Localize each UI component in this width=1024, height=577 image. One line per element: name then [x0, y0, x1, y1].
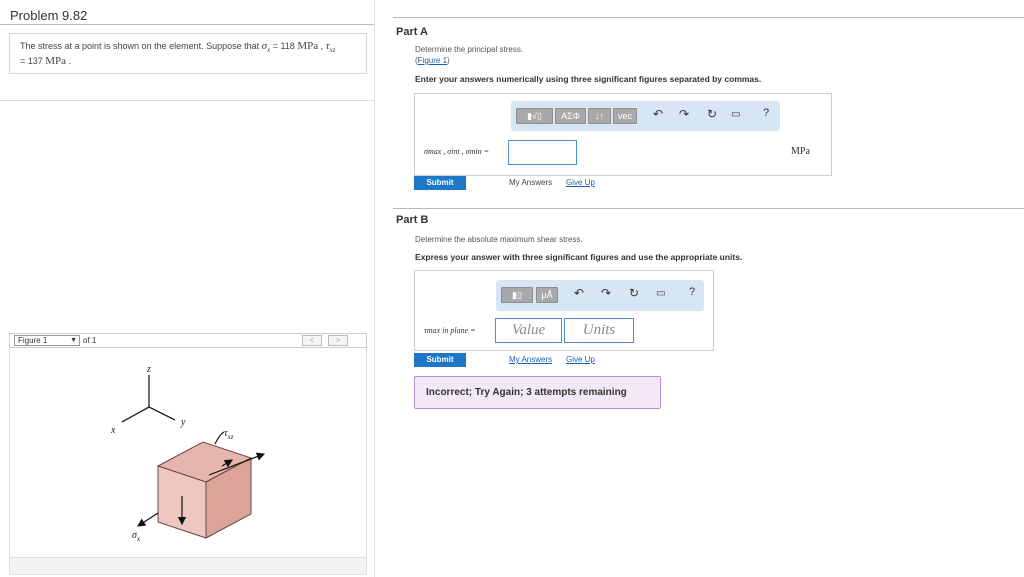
- figure-prev-button[interactable]: <: [302, 335, 322, 346]
- part-a-unit: MPa: [791, 146, 810, 157]
- part-a-title: Part A: [396, 26, 428, 38]
- part-b-instruction: Express your answer with three significa…: [415, 252, 743, 262]
- templates-button[interactable]: ▮▯: [501, 287, 533, 303]
- figure-selector[interactable]: Figure 1 ▼: [14, 335, 80, 346]
- part-a-instruction: Enter your answers numerically using thr…: [415, 74, 762, 84]
- part-a-give-up-link[interactable]: Give Up: [566, 178, 595, 187]
- column-separator: [374, 0, 375, 577]
- figure-area: z y x τxz σx: [9, 348, 367, 558]
- sigma-label: σx: [132, 530, 141, 543]
- figure-count: of 1: [83, 336, 97, 345]
- undo-icon[interactable]: ↶: [653, 107, 663, 121]
- vector-button[interactable]: vec: [613, 108, 637, 124]
- part-a-question: Determine the principal stress.: [415, 45, 524, 54]
- tau-label: τxz: [224, 428, 234, 441]
- part-a-answer-input[interactable]: [508, 140, 577, 165]
- part-b-answer-label: τmax in plane =: [424, 326, 476, 335]
- greek-symbols-button[interactable]: ΑΣΦ: [555, 108, 586, 124]
- stress-cube: [156, 441, 253, 539]
- help-icon[interactable]: ?: [763, 107, 769, 119]
- problem-title: Problem 9.82: [10, 8, 88, 23]
- problem-statement: The stress at a point is shown on the el…: [9, 33, 367, 74]
- axis-z-label: z: [146, 364, 151, 375]
- part-b-give-up-link[interactable]: Give Up: [566, 355, 595, 364]
- part-a-my-answers[interactable]: My Answers: [509, 178, 552, 187]
- part-a-answer-label: σmax , σint , σmin =: [424, 147, 490, 156]
- part-b-title: Part B: [396, 214, 429, 226]
- part-a-divider: [393, 17, 1024, 18]
- part-b-submit-button[interactable]: Submit: [414, 353, 466, 367]
- part-a-figure-ref: (Figure 1): [415, 56, 450, 65]
- keyboard-icon[interactable]: ▭: [656, 288, 665, 299]
- units-button[interactable]: μÅ: [536, 287, 558, 303]
- part-b-divider: [393, 208, 1024, 209]
- part-b-math-toolbar: ▮▯ μÅ ↶ ↷ ↻ ▭ ?: [496, 280, 704, 311]
- axis-x-label: x: [110, 425, 116, 436]
- part-b-answer-box: ▮▯ μÅ ↶ ↷ ↻ ▭ ? τmax in plane = Value Un…: [414, 270, 714, 351]
- keyboard-icon[interactable]: ▭: [731, 109, 740, 120]
- chevron-down-icon: ▼: [70, 337, 77, 344]
- templates-button[interactable]: ▮√▯: [516, 108, 553, 124]
- stress-element-figure: z y x τxz σx: [110, 364, 266, 543]
- reset-icon[interactable]: ↻: [707, 107, 717, 121]
- figure-toolbar: Figure 1 ▼ of 1 < >: [9, 333, 367, 348]
- figure-link[interactable]: Figure 1: [418, 56, 447, 65]
- part-a-math-toolbar: ▮√▯ ΑΣΦ ↓↑ vec ↶ ↷ ↻ ▭ ?: [511, 101, 780, 131]
- figure-footer: [9, 557, 367, 575]
- redo-icon[interactable]: ↷: [601, 286, 611, 300]
- part-b-question: Determine the absolute maximum shear str…: [415, 235, 583, 244]
- figure-next-button[interactable]: >: [328, 335, 348, 346]
- undo-icon[interactable]: ↶: [574, 286, 584, 300]
- coordinate-axes: [121, 375, 176, 423]
- part-b-my-answers-link[interactable]: My Answers: [509, 355, 552, 364]
- part-a-submit-button[interactable]: Submit: [414, 176, 466, 190]
- reset-icon[interactable]: ↻: [629, 286, 639, 300]
- units-input[interactable]: Units: [564, 318, 634, 343]
- help-icon[interactable]: ?: [689, 286, 695, 298]
- axis-y-label: y: [180, 417, 186, 428]
- left-divider-2: [0, 100, 375, 101]
- arrows-button[interactable]: ↓↑: [588, 108, 611, 124]
- value-input[interactable]: Value: [495, 318, 562, 343]
- left-divider: [0, 24, 375, 25]
- feedback-message: Incorrect; Try Again; 3 attempts remaini…: [414, 376, 661, 409]
- part-a-answer-box: ▮√▯ ΑΣΦ ↓↑ vec ↶ ↷ ↻ ▭ ? σmax , σint , σ…: [414, 93, 832, 176]
- redo-icon[interactable]: ↷: [679, 107, 689, 121]
